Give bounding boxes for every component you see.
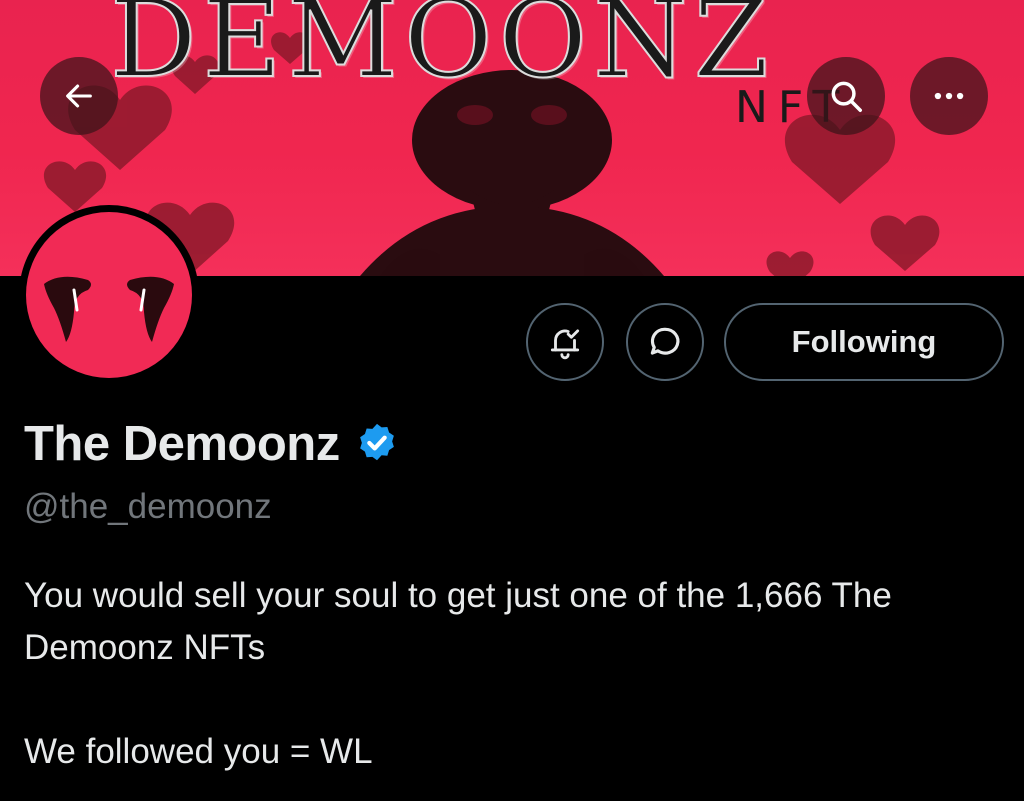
profile-handle: @the_demoonz [24, 487, 272, 526]
search-icon [831, 81, 862, 112]
more-button[interactable] [910, 57, 988, 135]
demon-horns-icon [44, 276, 174, 342]
bio-spacer [24, 674, 1014, 726]
display-name: The Demoonz [24, 417, 340, 471]
banner-title: DEMOONZ [109, 0, 775, 102]
notifications-button[interactable] [526, 303, 604, 381]
arrow-left-icon [66, 84, 92, 108]
profile-name-row: The Demoonz [24, 416, 400, 472]
bio-line: We followed you = WL [24, 732, 373, 771]
more-horizontal-icon [934, 92, 964, 100]
following-button[interactable]: Following [724, 303, 1004, 381]
profile-avatar[interactable] [19, 205, 199, 385]
verified-badge-icon[interactable] [354, 421, 400, 467]
avatar-image [26, 212, 192, 378]
message-bubble-icon [650, 327, 680, 355]
search-button[interactable] [807, 57, 885, 135]
back-button[interactable] [40, 57, 118, 135]
profile-bio: You would sell your soul to get just one… [24, 570, 1014, 778]
bell-check-icon [550, 329, 580, 360]
message-button[interactable] [626, 303, 704, 381]
bio-line: You would sell your soul to get just one… [24, 576, 892, 667]
